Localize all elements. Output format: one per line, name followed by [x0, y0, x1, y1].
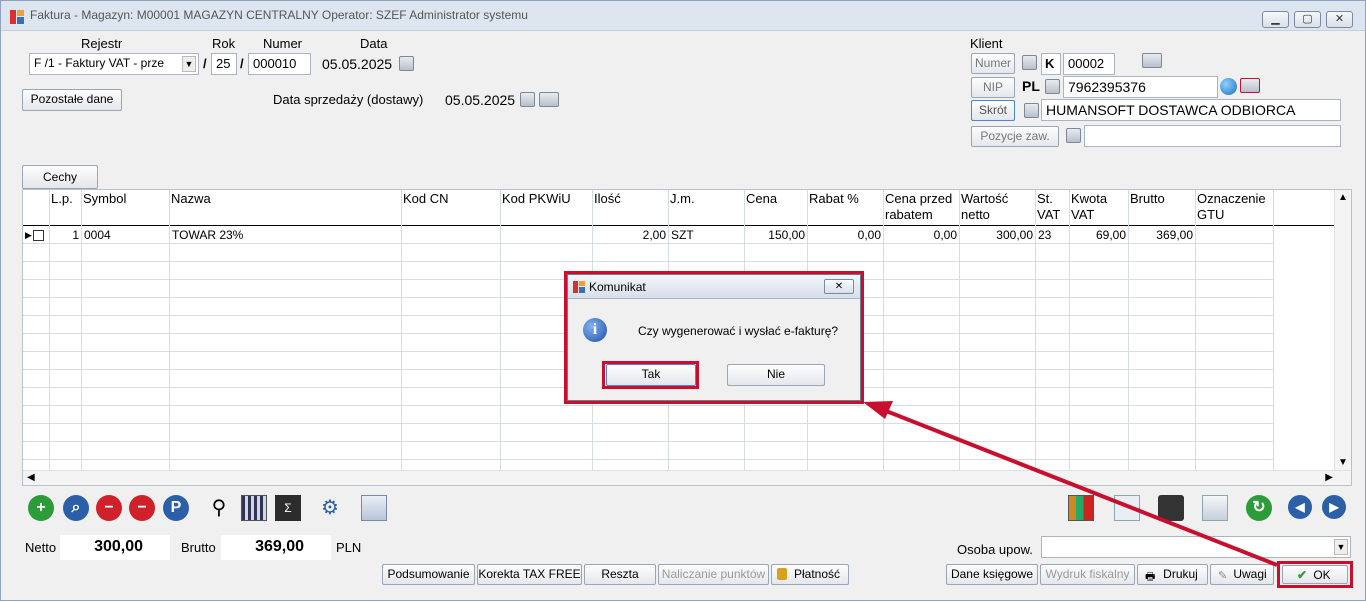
invoice-window: Faktura - Magazyn: M00001 MAGAZYN CENTRA… [0, 0, 1366, 601]
tak-highlight [602, 361, 699, 389]
komunikat-dialog: Komunikat ✕ i Czy wygenerować i wysłać e… [567, 274, 861, 401]
nie-button[interactable]: Nie [727, 364, 825, 386]
dialog-title: Komunikat [589, 280, 646, 294]
app-logo-icon [573, 281, 585, 293]
dialog-message: Czy wygenerować i wysłać e-fakturę? [638, 324, 839, 338]
info-icon: i [583, 318, 607, 342]
dialog-close-button[interactable]: ✕ [824, 279, 854, 294]
dialog-title-bar: Komunikat ✕ [568, 275, 860, 299]
